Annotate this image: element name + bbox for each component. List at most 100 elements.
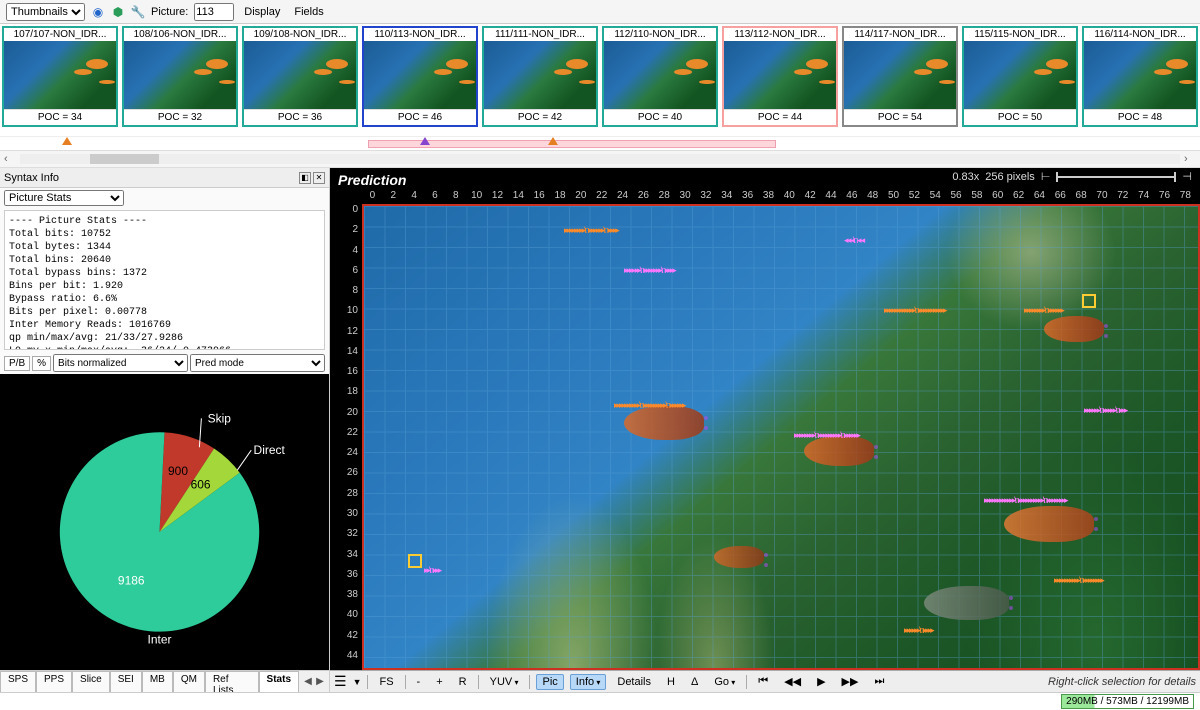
thumb-label: 109/108-NON_IDR... bbox=[244, 28, 356, 41]
thumbnail[interactable]: 116/114-NON_IDR... POC = 48 bbox=[1082, 26, 1198, 127]
thumb-poc: POC = 36 bbox=[244, 109, 356, 125]
pic-button[interactable]: Pic bbox=[536, 674, 563, 690]
delta-button[interactable]: Δ bbox=[686, 675, 703, 689]
syntax-info-panel: Syntax Info ◧ ✕ Picture Stats ---- Pictu… bbox=[0, 168, 330, 692]
scale-bar-icon: ⊢ bbox=[1041, 170, 1051, 183]
svg-text:Direct: Direct bbox=[254, 443, 286, 457]
bottom-tabs-left: SPSPPSSliceSEIMBQMRef ListsStats ◀▶ bbox=[0, 670, 329, 692]
view-mode-select[interactable]: Thumbnails bbox=[6, 3, 85, 21]
thumb-poc: POC = 46 bbox=[364, 109, 476, 125]
thumbnail[interactable]: 111/111-NON_IDR... POC = 42 bbox=[482, 26, 598, 127]
picture-stats-text[interactable]: ---- Picture Stats ---- Total bits: 1075… bbox=[4, 210, 325, 350]
undock-icon[interactable]: ◧ bbox=[299, 172, 311, 184]
thumb-poc: POC = 48 bbox=[1084, 109, 1196, 125]
globe-icon[interactable]: ◉ bbox=[91, 5, 105, 19]
tab-pps[interactable]: PPS bbox=[36, 671, 72, 692]
tab-sps[interactable]: SPS bbox=[0, 671, 36, 692]
thumbnail[interactable]: 108/106-NON_IDR... POC = 32 bbox=[122, 26, 238, 127]
thumb-label: 108/106-NON_IDR... bbox=[124, 28, 236, 41]
thumb-image bbox=[124, 41, 236, 109]
wrench-icon[interactable]: 🔧 bbox=[131, 5, 145, 19]
panel-titlebar: Syntax Info ◧ ✕ bbox=[0, 168, 329, 188]
ruler-x: 0246810121416182022242628303234363840424… bbox=[362, 190, 1196, 204]
pct-toggle[interactable]: % bbox=[32, 356, 51, 371]
rewind-button[interactable]: ◀◀ bbox=[779, 674, 806, 689]
thumbnail-marker-bar bbox=[0, 136, 1200, 150]
prediction-canvas[interactable]: ▸▸▸▸▸▸▸▸\n ▸▸▸▸▸▸\n ▸▸▸▸ ▸▸▸▸ ▸▸\n▸▸▸▸▸▸… bbox=[362, 204, 1200, 670]
svg-text:900: 900 bbox=[168, 464, 188, 478]
dropdown-icon[interactable]: ▼ bbox=[353, 677, 362, 687]
ffwd-button[interactable]: ▶▶ bbox=[837, 674, 864, 689]
go-select[interactable]: Go bbox=[709, 675, 740, 689]
fs-button[interactable]: FS bbox=[374, 675, 398, 689]
panel-title-text: Syntax Info bbox=[4, 172, 59, 184]
scale-bar-icon: ⊣ bbox=[1182, 170, 1192, 183]
first-button[interactable]: ⏮ bbox=[753, 674, 773, 689]
reset-button[interactable]: R bbox=[454, 675, 472, 689]
pie-chart: 9006069186SkipDirectInter bbox=[0, 374, 329, 670]
viewer-footer: ☰ ▼ FS - + R YUV Pic Info Details H Δ Go… bbox=[330, 670, 1200, 692]
scrollbar-handle[interactable] bbox=[90, 154, 160, 164]
svg-text:Inter: Inter bbox=[148, 633, 172, 647]
thumb-label: 110/113-NON_IDR... bbox=[364, 28, 476, 41]
thumbnail[interactable]: 110/113-NON_IDR... POC = 46 bbox=[362, 26, 478, 127]
thumb-poc: POC = 32 bbox=[124, 109, 236, 125]
menu-display[interactable]: Display bbox=[240, 6, 284, 18]
stats-mode-select[interactable]: Picture Stats bbox=[4, 190, 124, 206]
tab-sei[interactable]: SEI bbox=[110, 671, 142, 692]
viewer-header: Prediction 0.83x 256 pixels ⊢ ⊣ 02468101… bbox=[330, 168, 1200, 204]
details-button[interactable]: Details bbox=[612, 675, 656, 689]
picture-label: Picture: bbox=[151, 6, 188, 18]
tabs-right-icon[interactable]: ▶ bbox=[315, 676, 325, 687]
thumb-poc: POC = 42 bbox=[484, 109, 596, 125]
yuv-select[interactable]: YUV bbox=[485, 675, 524, 689]
h-button[interactable]: H bbox=[662, 675, 680, 689]
thumbnail[interactable]: 112/110-NON_IDR... POC = 40 bbox=[602, 26, 718, 127]
svg-text:Skip: Skip bbox=[208, 411, 232, 425]
tab-qm[interactable]: QM bbox=[173, 671, 205, 692]
tabs-left-icon[interactable]: ◀ bbox=[303, 676, 313, 687]
zoom-in-button[interactable]: + bbox=[431, 675, 447, 689]
tab-slice[interactable]: Slice bbox=[72, 671, 110, 692]
selection-box[interactable] bbox=[1082, 294, 1096, 308]
thumb-poc: POC = 44 bbox=[724, 109, 836, 125]
thumb-label: 111/111-NON_IDR... bbox=[484, 28, 596, 41]
thumbnail[interactable]: 114/117-NON_IDR... POC = 54 bbox=[842, 26, 958, 127]
last-button[interactable]: ⏭ bbox=[869, 674, 889, 689]
prediction-viewer: Prediction 0.83x 256 pixels ⊢ ⊣ 02468101… bbox=[330, 168, 1200, 692]
pb-toggle[interactable]: P/B bbox=[4, 356, 30, 371]
thumb-poc: POC = 34 bbox=[4, 109, 116, 125]
thumbnail[interactable]: 109/108-NON_IDR... POC = 36 bbox=[242, 26, 358, 127]
main-split: Syntax Info ◧ ✕ Picture Stats ---- Pictu… bbox=[0, 168, 1200, 692]
tab-ref-lists[interactable]: Ref Lists bbox=[205, 671, 259, 692]
thumb-image bbox=[1084, 41, 1196, 109]
info-select[interactable]: Info bbox=[570, 674, 607, 690]
thumbnail[interactable]: 107/107-NON_IDR... POC = 34 bbox=[2, 26, 118, 127]
thumbnail[interactable]: 115/115-NON_IDR... POC = 50 bbox=[962, 26, 1078, 127]
zoom-out-button[interactable]: - bbox=[412, 675, 426, 689]
scroll-left-icon[interactable]: ‹ bbox=[4, 153, 16, 165]
chart-metric-select[interactable]: Bits normalized bbox=[53, 354, 188, 372]
thumb-image bbox=[484, 41, 596, 109]
tab-stats[interactable]: Stats bbox=[259, 671, 299, 692]
menu-fields[interactable]: Fields bbox=[290, 6, 327, 18]
close-icon[interactable]: ✕ bbox=[313, 172, 325, 184]
play-button[interactable]: ▶ bbox=[812, 674, 830, 689]
svg-text:606: 606 bbox=[191, 477, 211, 491]
thumbnail[interactable]: 113/112-NON_IDR... POC = 44 bbox=[722, 26, 838, 127]
chart-icon[interactable]: ⬢ bbox=[111, 5, 125, 19]
thumb-image bbox=[604, 41, 716, 109]
thumb-label: 115/115-NON_IDR... bbox=[964, 28, 1076, 41]
thumb-label: 113/112-NON_IDR... bbox=[724, 28, 836, 41]
tab-mb[interactable]: MB bbox=[142, 671, 173, 692]
thumb-label: 112/110-NON_IDR... bbox=[604, 28, 716, 41]
menu-icon[interactable]: ☰ bbox=[334, 673, 347, 690]
scroll-right-icon[interactable]: › bbox=[1184, 153, 1196, 165]
thumb-poc: POC = 50 bbox=[964, 109, 1076, 125]
thumb-poc: POC = 54 bbox=[844, 109, 956, 125]
chart-pred-select[interactable]: Pred mode bbox=[190, 354, 325, 372]
selection-box[interactable] bbox=[408, 554, 422, 568]
picture-number-input[interactable] bbox=[194, 3, 234, 21]
thumb-hscroll[interactable]: ‹ › bbox=[0, 150, 1200, 168]
thumb-image bbox=[724, 41, 836, 109]
